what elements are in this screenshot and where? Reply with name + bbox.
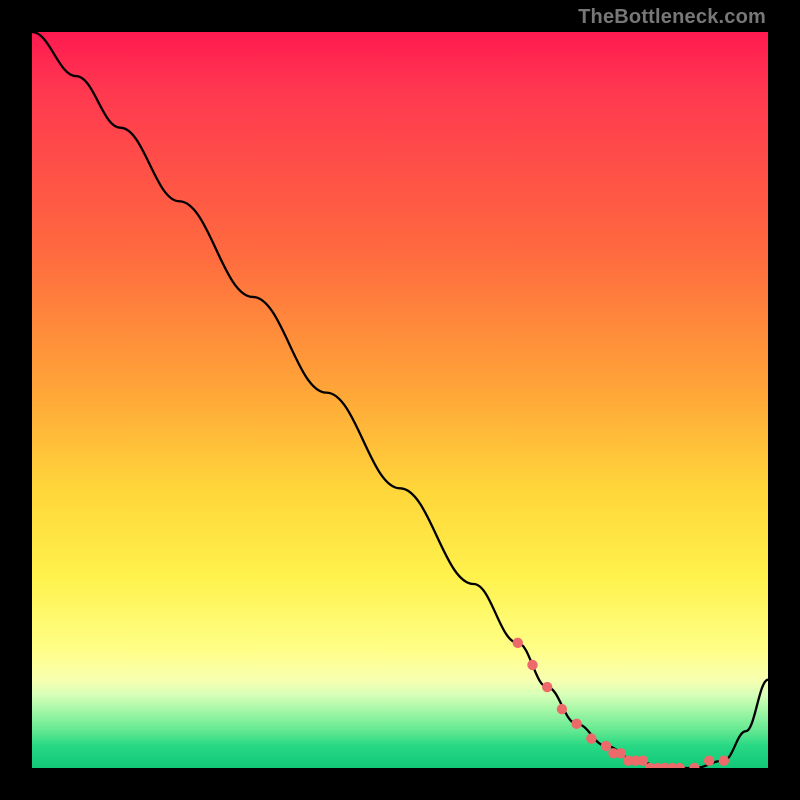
highlight-dot [513,638,523,648]
watermark-text: TheBottleneck.com [578,6,766,29]
highlight-dot [674,763,684,768]
highlight-dot [719,755,729,765]
bottleneck-curve-path [32,32,768,768]
highlight-dot [704,755,714,765]
highlight-dot [571,719,581,729]
highlight-dot [542,682,552,692]
curve-svg [32,32,768,768]
highlight-dot [638,755,648,765]
highlight-dot [557,704,567,714]
highlight-dot [616,748,626,758]
highlight-dots-group [513,638,729,768]
highlight-dot [586,733,596,743]
plot-area [32,32,768,768]
highlight-dot [689,763,699,768]
highlight-dot [601,741,611,751]
chart-frame: TheBottleneck.com [0,0,800,800]
highlight-dot [527,660,537,670]
